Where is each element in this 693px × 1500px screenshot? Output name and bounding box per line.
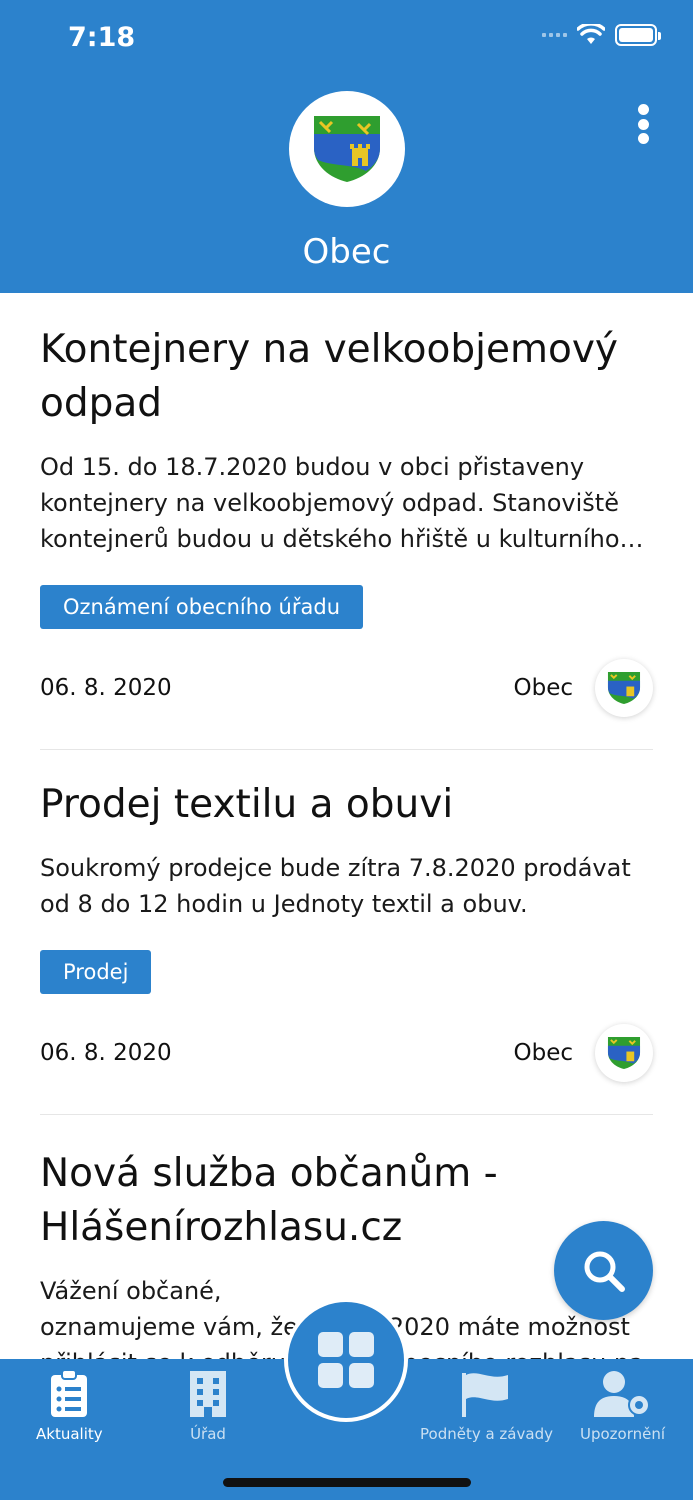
home-indicator[interactable] [223, 1478, 471, 1487]
coat-of-arms-icon [607, 1036, 641, 1070]
news-meta: 06. 8. 2020 Obec [40, 1024, 653, 1086]
search-button[interactable] [554, 1221, 653, 1320]
nav-podnety[interactable]: Podněty a závady [420, 1369, 553, 1443]
category-tag[interactable]: Prodej [40, 950, 152, 994]
news-title[interactable]: Nová služba občanům - Hlášenírozhlasu.cz [40, 1147, 653, 1255]
more-menu-icon[interactable] [633, 104, 653, 144]
nav-label: Upozornění [580, 1425, 666, 1443]
news-text: Soukromý prodejce bude zítra 7.8.2020 pr… [40, 854, 631, 918]
grid-icon [318, 1332, 374, 1388]
news-text: Od 15. do 18.7.2020 budou v obci přistav… [40, 453, 644, 553]
nav-upozorneni[interactable]: Upozornění [580, 1369, 665, 1443]
status-time: 7:18 [68, 22, 136, 53]
nav-aktuality[interactable]: Aktuality [36, 1369, 103, 1443]
news-date: 06. 8. 2020 [40, 675, 172, 701]
news-card[interactable]: Kontejnery na velkoobjemový odpad Od 15.… [0, 293, 693, 721]
page-title: Obec [302, 232, 391, 272]
coat-of-arms-icon [607, 671, 641, 705]
news-title[interactable]: Kontejnery na velkoobjemový odpad [40, 323, 653, 431]
nav-label: Úřad [190, 1425, 226, 1443]
wifi-icon [577, 24, 605, 44]
dashboard-button[interactable] [284, 1298, 408, 1422]
news-card[interactable]: Prodej textilu a obuvi Soukromý prodejce… [0, 750, 693, 1086]
user-settings-icon [593, 1371, 650, 1417]
municipality-logo [289, 91, 405, 207]
news-source: Obec [513, 675, 574, 701]
battery-icon [615, 24, 661, 46]
coat-of-arms-icon [314, 116, 380, 182]
news-meta: 06. 8. 2020 Obec [40, 659, 653, 721]
search-icon [584, 1251, 625, 1292]
signal-icon [542, 33, 567, 37]
nav-label: Aktuality [36, 1425, 103, 1443]
app-header: 7:18 Obec [0, 0, 693, 293]
clipboard-list-icon [51, 1369, 88, 1417]
building-icon [190, 1371, 226, 1417]
nav-label: Podněty a závady [420, 1425, 553, 1443]
status-icons [542, 24, 661, 46]
news-title[interactable]: Prodej textilu a obuvi [40, 778, 653, 832]
source-logo [595, 1024, 653, 1082]
category-tag[interactable]: Oznámení obecního úřadu [40, 585, 363, 629]
nav-urad[interactable]: Úřad [188, 1369, 228, 1443]
news-date: 06. 8. 2020 [40, 1040, 172, 1066]
news-feed[interactable]: Kontejnery na velkoobjemový odpad Od 15.… [0, 293, 693, 1359]
flag-icon [462, 1373, 509, 1417]
news-source: Obec [513, 1040, 574, 1066]
source-logo [595, 659, 653, 717]
